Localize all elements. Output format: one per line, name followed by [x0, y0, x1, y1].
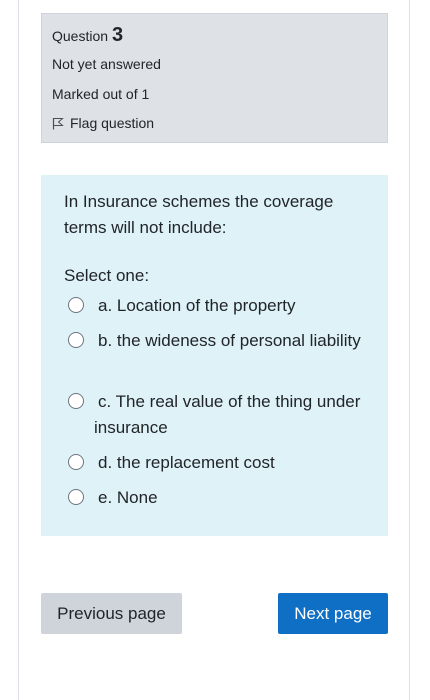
- question-text: In Insurance schemes the coverage terms …: [64, 192, 334, 237]
- grade-info: Marked out of 1: [52, 86, 150, 102]
- answer-label-d: d. the replacement cost: [98, 453, 275, 472]
- answer-label-a: a. Location of the property: [98, 296, 296, 315]
- next-page-button[interactable]: Next page: [278, 593, 388, 634]
- answer-option-b[interactable]: b. the wideness of personal liability: [68, 328, 368, 354]
- previous-page-button[interactable]: Previous page: [41, 593, 182, 634]
- question-word: Question: [52, 28, 109, 44]
- radio-button-e[interactable]: [68, 489, 84, 505]
- question-info-panel: Question 3 Not yet answered Marked out of…: [41, 13, 388, 143]
- answer-option-d[interactable]: d. the replacement cost: [68, 450, 368, 476]
- radio-button-d[interactable]: [68, 454, 84, 470]
- answer-option-a[interactable]: a. Location of the property: [68, 293, 368, 319]
- radio-button-b[interactable]: [68, 332, 84, 348]
- question-title: Question 3: [52, 24, 123, 47]
- flag-question-label: Flag question: [70, 115, 155, 131]
- select-prompt: Select one:: [64, 266, 150, 285]
- question-number: 3: [112, 24, 124, 46]
- answer-label-b: b. the wideness of personal liability: [98, 331, 361, 350]
- radio-button-c[interactable]: [68, 393, 84, 409]
- answer-label-c: c. The real value of the thing under ins…: [94, 392, 361, 437]
- question-content: In Insurance schemes the coverage terms …: [41, 175, 388, 536]
- answer-state: Not yet answered: [52, 56, 161, 72]
- answer-option-e[interactable]: e. None: [68, 485, 368, 511]
- answer-label-e: e. None: [98, 488, 158, 507]
- answer-option-c[interactable]: c. The real value of the thing under ins…: [68, 389, 368, 441]
- radio-button-a[interactable]: [68, 297, 84, 313]
- flag-question-link[interactable]: Flag question: [52, 115, 154, 131]
- flag-icon: [52, 117, 64, 129]
